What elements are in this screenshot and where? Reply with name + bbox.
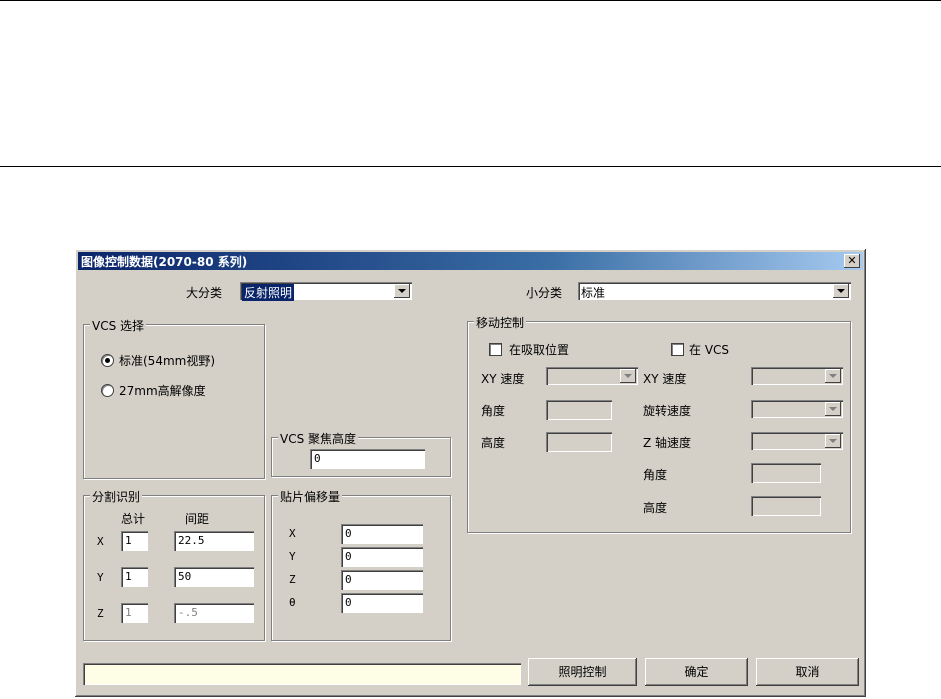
vcs-select-group: VCS 选择 标准(54mm视野) 27mm高解像度 bbox=[83, 317, 265, 479]
major-category-label: 大分类 bbox=[186, 286, 223, 300]
split-y-total-value: 1 bbox=[125, 570, 132, 583]
move-control-group: 移动控制 在吸取位置 在 VCS XY 速度 角度 高度 XY 速度 旋转速度 … bbox=[467, 314, 851, 533]
top-border-line bbox=[0, 0, 941, 1]
right-xy-speed-dropdown bbox=[825, 369, 841, 383]
z-speed-dropdown bbox=[825, 434, 841, 448]
rotation-speed-select bbox=[751, 400, 843, 418]
split-pitch-header: 间距 bbox=[185, 512, 210, 526]
left-xy-speed-label: XY 速度 bbox=[481, 372, 525, 386]
z-speed-label: Z 轴速度 bbox=[643, 436, 692, 450]
split-x-pitch-value: 22.5 bbox=[178, 534, 205, 547]
checkbox-at-vcs[interactable] bbox=[671, 343, 684, 356]
status-message-field bbox=[83, 663, 521, 685]
left-xy-speed-dropdown bbox=[620, 369, 636, 383]
left-angle-input bbox=[546, 400, 612, 420]
radio-selected-dot bbox=[105, 358, 110, 363]
minor-category-label: 小分类 bbox=[526, 286, 563, 300]
left-angle-label: 角度 bbox=[481, 404, 506, 418]
left-height-label: 高度 bbox=[481, 436, 506, 450]
major-category-value: 反射照明 bbox=[242, 284, 295, 301]
split-z-label: Z bbox=[97, 607, 104, 620]
checkbox-pickup-position[interactable] bbox=[489, 343, 502, 356]
radio-27mm-label[interactable]: 27mm高解像度 bbox=[119, 382, 206, 399]
vcs-focus-title: VCS 聚焦高度 bbox=[278, 430, 359, 447]
split-z-pitch-input: -.5 bbox=[174, 603, 254, 623]
chevron-down-icon bbox=[837, 289, 845, 293]
offset-title: 贴片偏移量 bbox=[278, 488, 343, 505]
window-title: 图像控制数据(2070-80 系列) bbox=[81, 255, 248, 269]
split-x-label: X bbox=[97, 535, 104, 548]
offset-z-value: 0 bbox=[345, 573, 352, 586]
vcs-select-title: VCS 选择 bbox=[90, 317, 147, 334]
offset-theta-label: θ bbox=[289, 596, 296, 609]
rotation-speed-dropdown bbox=[825, 402, 841, 416]
split-recognition-group: 分割识别 总计 间距 X 1 22.5 Y 1 50 Z 1 -.5 bbox=[83, 488, 265, 641]
offset-theta-input[interactable]: 0 bbox=[341, 593, 423, 613]
vcs-focus-height-value: 0 bbox=[314, 452, 321, 465]
chevron-down-icon bbox=[829, 407, 837, 411]
minor-category-value: 标准 bbox=[581, 286, 606, 300]
offset-x-input[interactable]: 0 bbox=[341, 524, 423, 544]
offset-z-label: Z bbox=[289, 573, 296, 586]
right-xy-speed-label: XY 速度 bbox=[643, 372, 687, 386]
close-button[interactable]: ✕ bbox=[844, 254, 860, 268]
title-bar[interactable]: 图像控制数据(2070-80 系列) ✕ bbox=[78, 252, 863, 270]
cancel-button[interactable]: 取消 bbox=[756, 658, 859, 686]
chevron-down-icon bbox=[398, 289, 406, 293]
offset-z-input[interactable]: 0 bbox=[341, 570, 423, 590]
offset-x-value: 0 bbox=[345, 527, 352, 540]
radio-27mm[interactable] bbox=[101, 384, 114, 397]
chevron-down-icon bbox=[829, 439, 837, 443]
image-control-dialog: 图像控制数据(2070-80 系列) ✕ 大分类 反射照明 小分类 标准 VCS… bbox=[74, 248, 867, 698]
lighting-control-button[interactable]: 照明控制 bbox=[528, 658, 637, 686]
rotation-speed-label: 旋转速度 bbox=[643, 404, 692, 418]
split-x-pitch-input[interactable]: 22.5 bbox=[174, 531, 254, 551]
right-xy-speed-select bbox=[751, 367, 843, 385]
close-icon: ✕ bbox=[847, 254, 857, 267]
minor-category-select[interactable]: 标准 bbox=[578, 282, 851, 300]
split-x-total-input[interactable]: 1 bbox=[121, 531, 148, 551]
placement-offset-group: 贴片偏移量 X 0 Y 0 Z 0 θ 0 bbox=[271, 488, 451, 641]
offset-x-label: X bbox=[289, 527, 296, 540]
split-y-pitch-input[interactable]: 50 bbox=[174, 567, 254, 587]
split-z-total-input: 1 bbox=[121, 603, 148, 623]
checkbox-pickup-label[interactable]: 在吸取位置 bbox=[509, 341, 569, 358]
right-angle-input bbox=[751, 463, 821, 483]
major-category-dropdown[interactable] bbox=[394, 284, 410, 298]
split-z-pitch-value: -.5 bbox=[178, 606, 198, 619]
left-height-input bbox=[546, 432, 612, 452]
chevron-down-icon bbox=[624, 374, 632, 378]
offset-theta-value: 0 bbox=[345, 596, 352, 609]
divider-line bbox=[0, 166, 941, 167]
chevron-down-icon bbox=[829, 374, 837, 378]
split-z-total-value: 1 bbox=[125, 606, 132, 619]
left-xy-speed-select bbox=[546, 367, 638, 385]
minor-category-dropdown[interactable] bbox=[833, 284, 849, 298]
split-y-pitch-value: 50 bbox=[178, 570, 192, 583]
split-total-header: 总计 bbox=[121, 512, 146, 526]
checkbox-vcs-label[interactable]: 在 VCS bbox=[689, 341, 729, 358]
offset-y-value: 0 bbox=[345, 550, 352, 563]
right-height-input bbox=[751, 496, 821, 516]
split-y-label: Y bbox=[97, 571, 104, 584]
ok-button[interactable]: 确定 bbox=[645, 658, 748, 686]
major-category-select[interactable]: 反射照明 bbox=[240, 282, 412, 301]
split-y-total-input[interactable]: 1 bbox=[121, 567, 148, 587]
vcs-focus-height-input[interactable]: 0 bbox=[310, 449, 425, 469]
offset-y-label: Y bbox=[289, 550, 296, 563]
split-x-total-value: 1 bbox=[125, 534, 132, 547]
vcs-focus-group: VCS 聚焦高度 0 bbox=[271, 430, 451, 477]
split-title: 分割识别 bbox=[90, 488, 143, 505]
right-height-label: 高度 bbox=[643, 501, 668, 515]
z-speed-select bbox=[751, 432, 843, 450]
offset-y-input[interactable]: 0 bbox=[341, 547, 423, 567]
move-control-title: 移动控制 bbox=[474, 314, 527, 331]
radio-standard[interactable] bbox=[101, 354, 114, 367]
radio-standard-label[interactable]: 标准(54mm视野) bbox=[119, 352, 215, 369]
right-angle-label: 角度 bbox=[643, 468, 668, 482]
